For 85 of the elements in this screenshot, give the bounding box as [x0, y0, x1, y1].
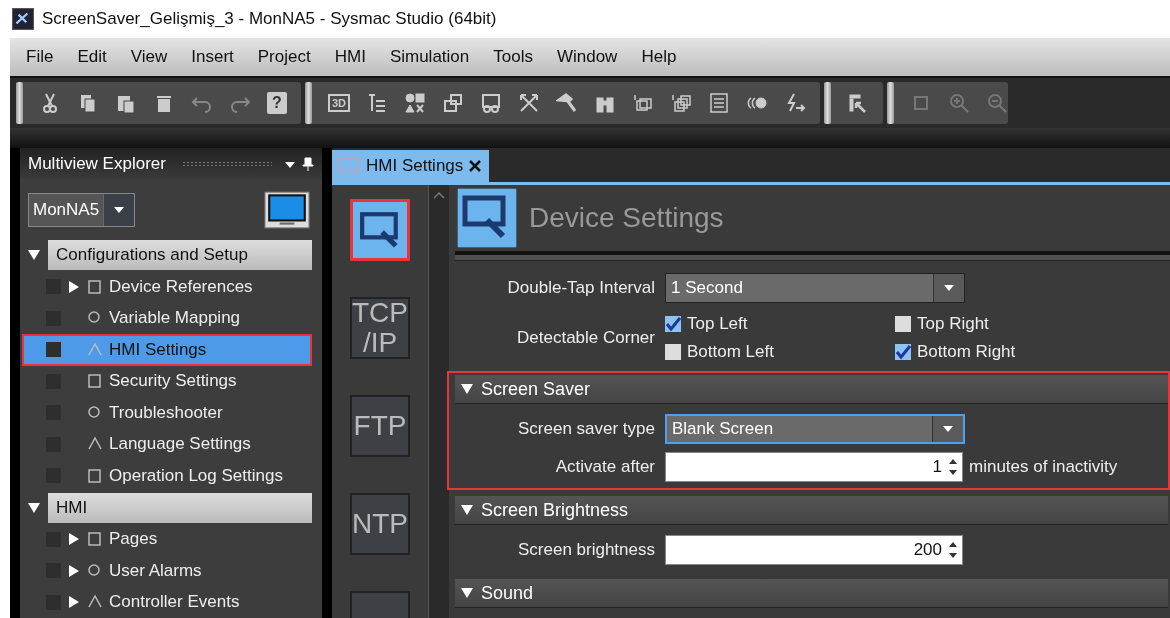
- tree-item[interactable]: Pages: [22, 523, 312, 555]
- monitor-wrench-icon: [457, 188, 517, 248]
- cross-arrows-icon[interactable]: [518, 92, 541, 114]
- toolbar-grip[interactable]: [887, 82, 895, 124]
- shapes-icon[interactable]: [404, 92, 427, 114]
- field-label: Activate after: [554, 457, 656, 477]
- category-button[interactable]: NTP: [350, 493, 410, 555]
- checkbox[interactable]: Top Left: [665, 314, 895, 334]
- app-icon: [12, 8, 34, 30]
- checkbox[interactable]: Bottom Right: [895, 342, 1125, 362]
- menu-item[interactable]: HMI: [322, 47, 378, 67]
- menu-item[interactable]: File: [14, 47, 66, 67]
- scrollbar[interactable]: [428, 185, 449, 618]
- tree-group-header[interactable]: Configurations and Setup: [48, 240, 312, 270]
- section-title: Screen Saver: [481, 378, 591, 400]
- expand-arrow-icon[interactable]: [69, 596, 79, 609]
- hammer-icon[interactable]: [556, 92, 579, 114]
- windows-icon[interactable]: [442, 92, 465, 114]
- help-icon[interactable]: ?: [267, 92, 287, 114]
- tree-checkbox[interactable]: [46, 342, 61, 358]
- tree-item[interactable]: Troubleshooter: [22, 397, 312, 429]
- tree-item[interactable]: Device References: [22, 271, 312, 303]
- section-header[interactable]: Screen Brightness: [455, 496, 1168, 525]
- menu-item[interactable]: Project: [245, 47, 323, 67]
- expand-arrow-icon[interactable]: [69, 564, 79, 577]
- field-label: Screen brightness: [516, 540, 656, 560]
- window-title: ScreenSaver_Gelişmiş_3 - MonNA5 - Sysmac Studio (64bit): [42, 9, 497, 29]
- menu-item[interactable]: Insert: [179, 47, 246, 67]
- tree-item[interactable]: Operation Log Settings: [22, 460, 312, 492]
- section-title: Screen Brightness: [481, 499, 629, 521]
- device-dropdown[interactable]: MonNA5: [28, 193, 136, 227]
- section-header[interactable]: Sound: [455, 579, 1168, 608]
- tree-group-header[interactable]: HMI: [48, 492, 312, 523]
- layers-icon[interactable]: [632, 92, 655, 114]
- tree-item[interactable]: Security Settings: [22, 365, 312, 397]
- expand-arrow-icon[interactable]: [69, 280, 79, 293]
- number-field[interactable]: 200: [665, 535, 963, 565]
- number-field[interactable]: 1: [665, 452, 963, 482]
- panel-title: Multiview Explorer: [28, 153, 166, 174]
- toolbar-grip[interactable]: [16, 82, 23, 124]
- caret-icon: [942, 425, 954, 433]
- caret-icon: [943, 284, 955, 292]
- expand-arrow-icon[interactable]: [28, 249, 40, 261]
- 3d-icon[interactable]: 3D: [328, 94, 351, 112]
- monitor-wrench-icon: [359, 211, 401, 249]
- dropdown-field[interactable]: Blank Screen: [665, 414, 965, 444]
- editor-tab[interactable]: HMI Settings: [332, 150, 490, 182]
- checkmark-icon: [895, 344, 911, 360]
- caret-icon: [113, 206, 126, 214]
- expand-arrow-icon[interactable]: [69, 533, 79, 546]
- checkbox[interactable]: Top Right: [895, 314, 1125, 334]
- section-title: Sound: [481, 582, 534, 604]
- field-label: Double-Tap Interval: [506, 278, 656, 298]
- toolbar-grip[interactable]: [824, 82, 832, 124]
- menu-item[interactable]: Tools: [481, 47, 545, 67]
- list-icon[interactable]: [708, 92, 731, 114]
- category-button[interactable]: [350, 199, 410, 261]
- menu-item[interactable]: Simulation: [377, 47, 482, 67]
- unit-label: minutes of inactivity: [969, 457, 1118, 477]
- field-label: Detectable Corner: [516, 328, 656, 348]
- tree-item[interactable]: Language Settings: [22, 428, 312, 460]
- section-header[interactable]: Screen Saver: [455, 375, 1168, 404]
- expand-arrow-icon[interactable]: [28, 501, 40, 514]
- scroll-up-icon[interactable]: [433, 191, 445, 199]
- checkbox[interactable]: Bottom Left: [665, 342, 895, 362]
- category-button[interactable]: TCP /IP: [350, 297, 410, 359]
- field-label: Screen saver type: [517, 419, 656, 439]
- category-button[interactable]: FTP: [350, 395, 410, 457]
- dropdown-field[interactable]: 1 Second: [665, 273, 965, 303]
- toolbar-grip[interactable]: [305, 82, 312, 124]
- menu-item[interactable]: Help: [629, 47, 689, 67]
- close-icon[interactable]: [469, 160, 482, 172]
- menu-item[interactable]: Window: [544, 47, 630, 67]
- page-title: Device Settings: [529, 202, 724, 234]
- pin-icon[interactable]: [302, 156, 314, 171]
- glasses-icon[interactable]: [480, 92, 503, 114]
- menu-item[interactable]: View: [118, 47, 180, 67]
- tree-item[interactable]: Controller Events: [22, 586, 312, 618]
- stack-icon[interactable]: [670, 92, 693, 114]
- tree-item[interactable]: Variable Mapping: [22, 302, 312, 334]
- menu-item[interactable]: Edit: [65, 47, 119, 67]
- tree-item[interactable]: HMI Settings: [22, 334, 312, 366]
- checkmark-icon: [665, 316, 681, 332]
- zoom-out-icon[interactable]: [986, 92, 1009, 114]
- tree-item[interactable]: User Alarms: [22, 555, 312, 587]
